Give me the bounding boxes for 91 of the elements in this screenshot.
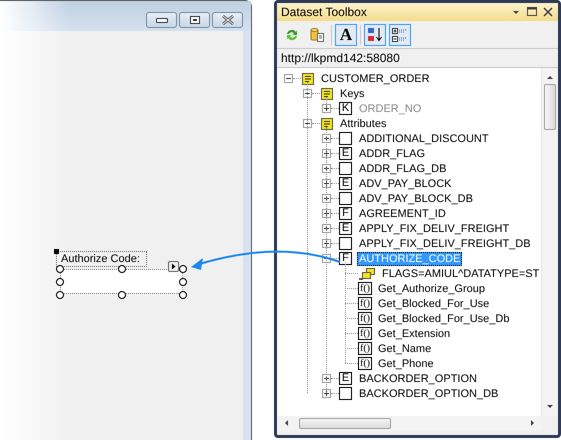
plus-icon bbox=[323, 180, 330, 187]
expand-toggle[interactable] bbox=[322, 179, 331, 188]
tree-item[interactable]: Keys bbox=[338, 86, 366, 100]
attribute-badge: F bbox=[339, 252, 352, 265]
font-button[interactable]: A bbox=[335, 24, 357, 46]
scrollbar-thumb[interactable] bbox=[544, 84, 556, 130]
expand-button[interactable] bbox=[389, 24, 411, 46]
plus-icon bbox=[323, 105, 330, 112]
minimize-icon bbox=[156, 18, 168, 22]
attribute-badge: E bbox=[339, 177, 352, 190]
input-field[interactable] bbox=[60, 269, 183, 294]
tree-item[interactable]: Get_Phone bbox=[376, 356, 436, 370]
smart-tag-icon[interactable] bbox=[168, 261, 179, 272]
expand-toggle[interactable] bbox=[322, 239, 331, 248]
tree-item[interactable]: APPLY_FIX_DELIV_FREIGHT_DB bbox=[357, 236, 533, 250]
tree-item[interactable]: BACKORDER_OPTION_DB bbox=[357, 386, 500, 400]
tree-item[interactable]: Get_Name bbox=[376, 342, 434, 356]
attribute-badge bbox=[339, 162, 352, 175]
plus-icon bbox=[323, 225, 330, 232]
resize-handle[interactable] bbox=[118, 265, 126, 273]
attribute-badge: F bbox=[339, 207, 352, 220]
minus-icon bbox=[285, 75, 292, 82]
tree-item[interactable]: BACKORDER_OPTION bbox=[357, 372, 479, 386]
plus-icon bbox=[323, 165, 330, 172]
attribute-badge: E bbox=[339, 147, 352, 160]
minus-icon bbox=[304, 90, 311, 97]
close-button[interactable] bbox=[212, 12, 243, 28]
close-icon bbox=[222, 15, 234, 25]
method-badge: f() bbox=[358, 342, 372, 355]
tree-item[interactable]: CUSTOMER_ORDER bbox=[319, 72, 432, 86]
tree-item[interactable]: Attributes bbox=[338, 116, 388, 130]
document-icon bbox=[320, 86, 334, 100]
document-icon bbox=[320, 116, 334, 130]
sort-icon bbox=[366, 26, 384, 44]
tree-item[interactable]: ADDITIONAL_DISCOUNT bbox=[357, 132, 491, 146]
attribute-badge bbox=[339, 237, 352, 250]
minus-icon bbox=[304, 120, 311, 127]
tree-item[interactable]: AGREEMENT_ID bbox=[357, 206, 448, 220]
minimize-button[interactable] bbox=[146, 12, 177, 28]
plus-icon bbox=[323, 135, 330, 142]
tree-expand-icon bbox=[391, 26, 409, 44]
maximize-icon[interactable] bbox=[525, 7, 539, 17]
maximize-button[interactable] bbox=[179, 12, 210, 28]
tree-item[interactable]: ADV_PAY_BLOCK bbox=[357, 176, 454, 190]
method-badge: f() bbox=[358, 312, 372, 325]
tree-item[interactable]: Get_Extension bbox=[376, 326, 452, 340]
tree-item[interactable]: ADDR_FLAG bbox=[357, 146, 428, 160]
collapse-toggle[interactable] bbox=[284, 74, 293, 83]
sort-button[interactable] bbox=[364, 24, 386, 46]
tree-item[interactable]: ADDR_FLAG_DB bbox=[357, 162, 448, 176]
plus-icon bbox=[323, 240, 330, 247]
plus-icon bbox=[323, 390, 330, 397]
expand-toggle[interactable] bbox=[322, 224, 331, 233]
maximize-icon bbox=[190, 16, 200, 24]
keys-icon bbox=[358, 266, 376, 280]
attribute-badge bbox=[339, 132, 352, 145]
method-badge: f() bbox=[358, 297, 372, 310]
method-badge: f() bbox=[358, 282, 372, 295]
panel-title: Dataset Toolbox bbox=[281, 5, 368, 19]
expand-toggle[interactable] bbox=[322, 149, 331, 158]
collapse-toggle[interactable] bbox=[303, 119, 312, 128]
attribute-badge: E bbox=[339, 372, 352, 385]
attribute-badge bbox=[339, 192, 352, 205]
attribute-badge: K bbox=[339, 102, 352, 115]
vertical-scrollbar[interactable] bbox=[541, 68, 558, 416]
tree-item[interactable]: APPLY_FIX_DELIV_FREIGHT bbox=[357, 222, 512, 236]
tree-item[interactable]: Get_Authorize_Group bbox=[376, 282, 488, 296]
expand-toggle[interactable] bbox=[322, 194, 331, 203]
close-icon[interactable] bbox=[542, 7, 554, 17]
tree-item[interactable]: FLAGS=AMIUL^DATATYPE=ST bbox=[380, 266, 541, 280]
database-icon bbox=[309, 26, 325, 42]
resize-handle[interactable] bbox=[118, 291, 126, 299]
scrollbar-thumb[interactable] bbox=[299, 418, 391, 429]
tree-item[interactable]: ADV_PAY_BLOCK_DB bbox=[357, 192, 475, 206]
expand-toggle[interactable] bbox=[322, 374, 331, 383]
expand-toggle[interactable] bbox=[322, 209, 331, 218]
plus-icon bbox=[323, 210, 330, 217]
plus-icon bbox=[323, 195, 330, 202]
attribute-badge bbox=[339, 387, 352, 400]
method-badge: f() bbox=[358, 327, 372, 340]
expand-toggle[interactable] bbox=[322, 389, 331, 398]
plus-icon bbox=[323, 375, 330, 382]
expand-toggle[interactable] bbox=[322, 164, 331, 173]
plus-icon bbox=[323, 150, 330, 157]
expand-toggle[interactable] bbox=[322, 134, 331, 143]
method-badge: f() bbox=[358, 357, 372, 370]
collapse-toggle[interactable] bbox=[303, 89, 312, 98]
tree-item[interactable]: Get_Blocked_For_Use bbox=[376, 296, 492, 310]
document-icon bbox=[301, 72, 315, 86]
attribute-badge: E bbox=[339, 222, 352, 235]
tree-item[interactable]: Get_Blocked_For_Use_Db bbox=[376, 312, 512, 326]
